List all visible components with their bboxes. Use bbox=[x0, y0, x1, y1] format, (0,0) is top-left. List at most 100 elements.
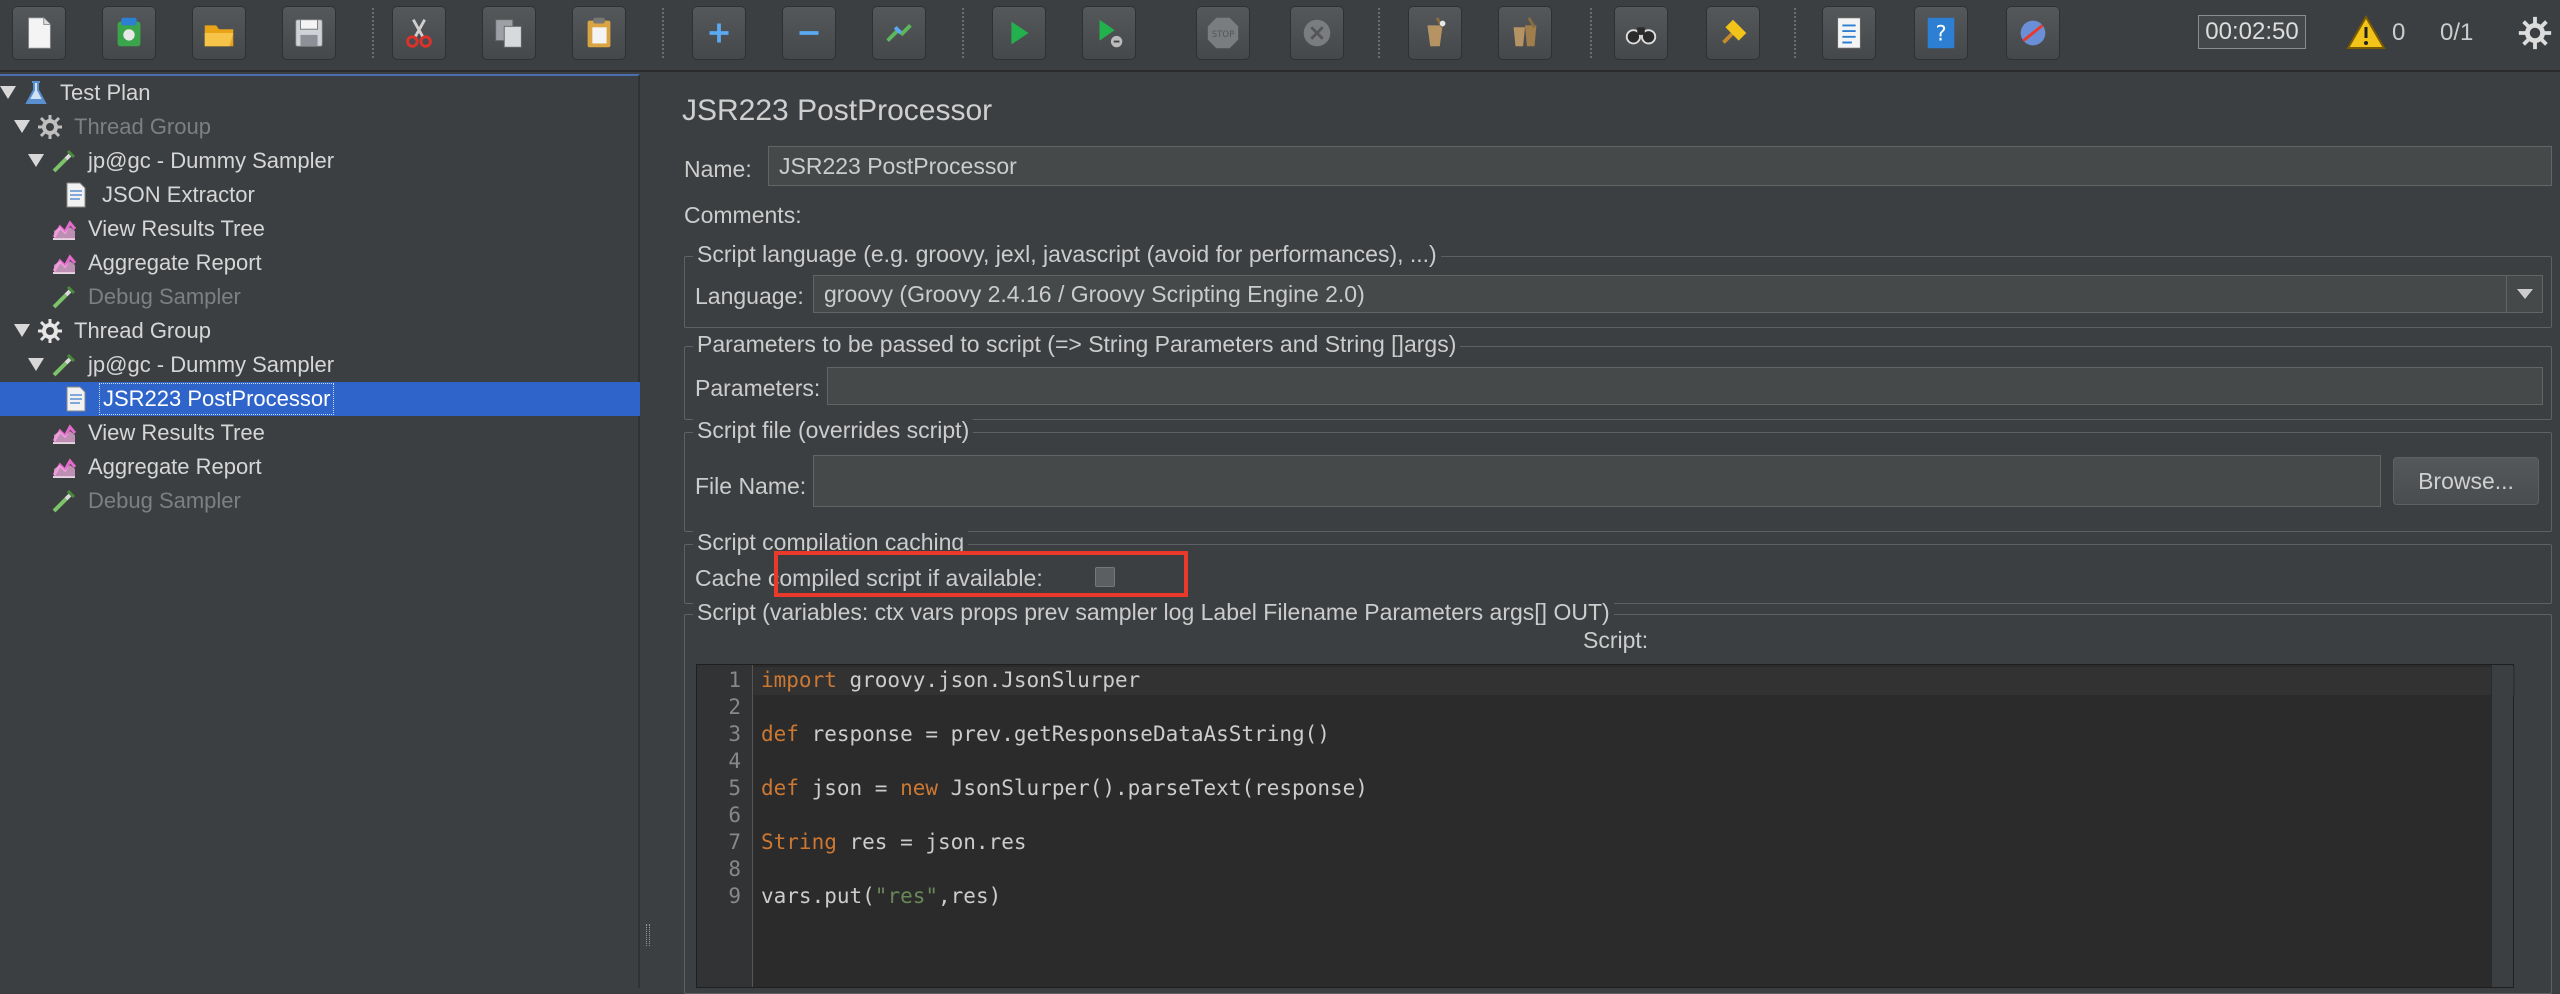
tree-item-debug-sampler[interactable]: Debug Sampler bbox=[0, 484, 640, 518]
paste-icon bbox=[587, 17, 611, 48]
language-select[interactable]: groovy (Groovy 2.4.16 / Groovy Scripting… bbox=[813, 275, 2543, 313]
tree-item-view-results-tree[interactable]: View Results Tree bbox=[0, 416, 640, 450]
chart-icon bbox=[52, 220, 77, 240]
warning-icon[interactable] bbox=[2346, 14, 2386, 50]
tree-item-label: Test Plan bbox=[60, 80, 151, 105]
code-token: json = bbox=[798, 776, 901, 800]
parameters-label: Parameters: bbox=[695, 375, 821, 401]
remote-start-icon bbox=[2020, 20, 2046, 46]
script-language-group: Script language (e.g. groovy, jexl, java… bbox=[684, 241, 2552, 328]
code-line[interactable]: vars.put("res",res) bbox=[761, 883, 1001, 910]
test-plan-tree[interactable]: Test Plan Thread Group jp@gc - Dummy Sam… bbox=[0, 74, 640, 988]
line-number: 1 bbox=[728, 668, 741, 692]
start-no-pauses-icon bbox=[1099, 19, 1123, 48]
shutdown-button[interactable] bbox=[1290, 6, 1344, 60]
script-file-group: Script file (overrides script) File Name… bbox=[684, 417, 2552, 532]
toggle-button[interactable] bbox=[872, 6, 926, 60]
svg-text:?: ? bbox=[1935, 22, 1946, 46]
name-field[interactable]: JSR223 PostProcessor bbox=[768, 146, 2552, 186]
paste-button[interactable] bbox=[572, 6, 626, 60]
new-icon bbox=[28, 17, 51, 49]
code-token: response = prev.getResponseDataAsString(… bbox=[798, 722, 1330, 746]
code-line[interactable]: def json = new JsonSlurper().parseText(r… bbox=[761, 775, 1368, 802]
language-label: Language: bbox=[695, 283, 804, 309]
search-button[interactable] bbox=[1614, 6, 1668, 60]
open-button[interactable] bbox=[192, 6, 246, 60]
toolbar: STOP ? 00:02:50 0 0/1 bbox=[0, 0, 2560, 72]
code-token: import bbox=[761, 668, 837, 692]
tree-item-label: Thread Group bbox=[74, 114, 211, 139]
gear-icon[interactable] bbox=[2516, 14, 2554, 52]
tree-item-label: Thread Group bbox=[74, 318, 211, 343]
tree-item-label: Aggregate Report bbox=[88, 250, 262, 275]
code-line[interactable]: def response = prev.getResponseDataAsStr… bbox=[761, 721, 1330, 748]
toolbar-separator bbox=[1794, 8, 1796, 58]
new-button[interactable] bbox=[12, 6, 66, 60]
tree-item-test-plan[interactable]: Test Plan bbox=[0, 76, 640, 110]
splitter-grip[interactable] bbox=[646, 924, 650, 946]
chevron-down-icon[interactable] bbox=[14, 324, 30, 337]
save-button[interactable] bbox=[282, 6, 336, 60]
stop-button[interactable]: STOP bbox=[1196, 6, 1250, 60]
collapse-button[interactable] bbox=[782, 6, 836, 60]
line-number: 7 bbox=[728, 830, 741, 854]
panel-splitter[interactable] bbox=[642, 74, 654, 988]
tree-item-thread-group[interactable]: Thread Group bbox=[0, 110, 640, 144]
chevron-down-icon[interactable] bbox=[2506, 276, 2542, 312]
element-config-panel: JSR223 PostProcessor Name: JSR223 PostPr… bbox=[656, 74, 2560, 994]
function-helper-icon bbox=[1837, 17, 1861, 49]
browse-button[interactable]: Browse... bbox=[2393, 457, 2539, 505]
tree-item-label: jp@gc - Dummy Sampler bbox=[88, 352, 335, 377]
tree-item-json-extractor[interactable]: JSON Extractor bbox=[0, 178, 640, 212]
remote-start-button[interactable] bbox=[2006, 6, 2060, 60]
group-title: Script (variables: ctx vars props prev s… bbox=[693, 599, 1614, 626]
tree-item-aggregate-report[interactable]: Aggregate Report bbox=[0, 246, 640, 280]
reset-search-button[interactable] bbox=[1706, 6, 1760, 60]
highlight-annotation bbox=[774, 551, 1188, 597]
vertical-scrollbar[interactable] bbox=[2491, 665, 2513, 987]
help-button[interactable]: ? bbox=[1914, 6, 1968, 60]
tree-item-debug-sampler[interactable]: Debug Sampler bbox=[0, 280, 640, 314]
tree-item-aggregate-report[interactable]: Aggregate Report bbox=[0, 450, 640, 484]
toolbar-separator bbox=[1378, 8, 1380, 58]
templates-button[interactable] bbox=[102, 6, 156, 60]
help-icon: ? bbox=[1927, 17, 1955, 49]
code-token: String bbox=[761, 830, 837, 854]
tree-item-label: View Results Tree bbox=[88, 216, 265, 241]
tree-item-dummy-sampler[interactable]: jp@gc - Dummy Sampler bbox=[0, 144, 640, 178]
tree-item-dummy-sampler[interactable]: jp@gc - Dummy Sampler bbox=[0, 348, 640, 382]
tree-item-jsr223-postprocessor[interactable]: JSR223 PostProcessor bbox=[0, 382, 640, 416]
start-button[interactable] bbox=[992, 6, 1046, 60]
start-no-pauses-button[interactable] bbox=[1082, 6, 1136, 60]
flask-icon bbox=[25, 81, 47, 104]
pipette-icon bbox=[52, 353, 76, 377]
tree-item-thread-group[interactable]: Thread Group bbox=[0, 314, 640, 348]
parameters-input[interactable] bbox=[827, 367, 2543, 405]
line-number: 4 bbox=[728, 749, 741, 773]
chevron-down-icon[interactable] bbox=[28, 154, 44, 167]
cut-button[interactable] bbox=[392, 6, 446, 60]
chevron-down-icon[interactable] bbox=[0, 86, 16, 99]
clear-all-button[interactable] bbox=[1498, 6, 1552, 60]
tree-item-label: Debug Sampler bbox=[88, 284, 241, 309]
stop-icon: STOP bbox=[1207, 17, 1239, 49]
group-title: Script language (e.g. groovy, jexl, java… bbox=[693, 241, 1441, 268]
reset-search-icon bbox=[1722, 19, 1747, 44]
copy-button[interactable] bbox=[482, 6, 536, 60]
comments-field[interactable] bbox=[816, 200, 2552, 230]
comments-label: Comments: bbox=[684, 202, 802, 228]
gear-icon bbox=[38, 319, 62, 343]
clear-button[interactable] bbox=[1408, 6, 1462, 60]
chart-icon bbox=[52, 254, 77, 274]
start-icon bbox=[1011, 21, 1029, 45]
script-editor[interactable]: 1 import groovy.json.JsonSlurper 2 3 def res… bbox=[696, 664, 2515, 988]
tree-item-view-results-tree[interactable]: View Results Tree bbox=[0, 212, 640, 246]
code-line[interactable]: String res = json.res bbox=[761, 829, 1027, 856]
code-line[interactable]: import groovy.json.JsonSlurper bbox=[761, 667, 1140, 694]
chevron-down-icon[interactable] bbox=[28, 358, 44, 371]
file-name-input[interactable] bbox=[813, 455, 2381, 507]
function-helper-button[interactable] bbox=[1822, 6, 1876, 60]
toggle-icon bbox=[886, 24, 912, 42]
expand-button[interactable] bbox=[692, 6, 746, 60]
chevron-down-icon[interactable] bbox=[14, 120, 30, 133]
